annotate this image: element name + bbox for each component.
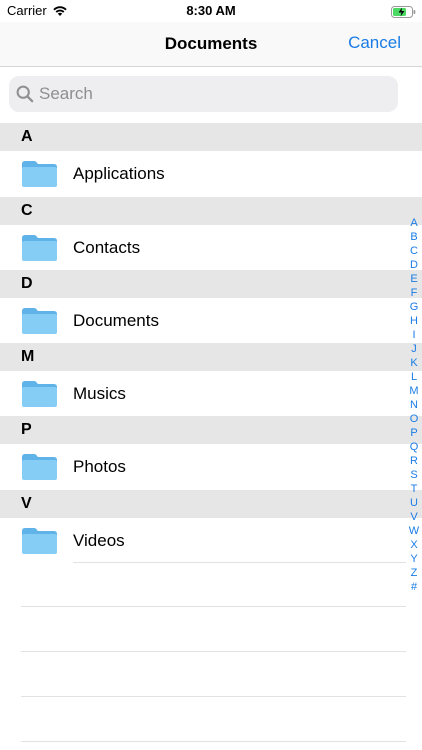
row-separator [21, 696, 406, 697]
list-item-applications[interactable]: Applications [0, 151, 422, 197]
index-letter-q[interactable]: Q [406, 440, 422, 454]
index-letter-w[interactable]: W [406, 524, 422, 538]
section-header: V [0, 490, 422, 518]
list-item-label: Photos [73, 457, 126, 476]
list-item-videos[interactable]: Videos [0, 518, 422, 564]
row-separator [21, 651, 406, 652]
navigation-bar: Documents Cancel [0, 22, 422, 67]
folder-icon [21, 307, 58, 340]
section-header: A [0, 123, 422, 151]
index-letter-k[interactable]: K [406, 356, 422, 370]
index-letter-r[interactable]: R [406, 454, 422, 468]
list-item-musics[interactable]: Musics [0, 371, 422, 417]
search-bar[interactable] [9, 76, 398, 112]
folder-icon [21, 234, 58, 267]
search-icon [16, 85, 34, 108]
folder-icon [21, 380, 58, 413]
index-letter-x[interactable]: X [406, 538, 422, 552]
folder-icon [21, 453, 58, 486]
index-letter-i[interactable]: I [406, 328, 422, 342]
index-letter-p[interactable]: P [406, 426, 422, 440]
row-separator [21, 741, 406, 742]
list-item-label: Documents [73, 311, 159, 330]
index-letter-h[interactable]: H [406, 314, 422, 328]
index-letter-u[interactable]: U [406, 496, 422, 510]
index-letter-l[interactable]: L [406, 370, 422, 384]
section-header: C [0, 197, 422, 225]
index-letter-hash[interactable]: # [406, 580, 422, 594]
status-time: 8:30 AM [186, 3, 236, 18]
index-letter-v[interactable]: V [406, 510, 422, 524]
folder-icon [21, 160, 58, 193]
index-letter-s[interactable]: S [406, 468, 422, 482]
list-item-contacts[interactable]: Contacts [0, 225, 422, 271]
list-item-label: Musics [73, 384, 126, 403]
folder-icon [21, 527, 58, 560]
index-letter-b[interactable]: B [406, 230, 422, 244]
section-index[interactable]: A B C D E F G H I J K L M N O P Q R S T … [406, 216, 422, 594]
index-letter-o[interactable]: O [406, 412, 422, 426]
section-header: P [0, 416, 422, 444]
list-item-label: Contacts [73, 238, 141, 257]
section-header: M [0, 343, 422, 371]
index-letter-j[interactable]: J [406, 342, 422, 356]
index-letter-t[interactable]: T [406, 482, 422, 496]
index-letter-d[interactable]: D [406, 258, 422, 272]
list-item-photos[interactable]: Photos [0, 444, 422, 490]
index-letter-z[interactable]: Z [406, 566, 422, 580]
section-d: D Documents [0, 270, 422, 344]
list-item-label: Videos [73, 531, 125, 550]
section-c: C Contacts [0, 197, 422, 271]
index-letter-y[interactable]: Y [406, 552, 422, 566]
status-bar: Carrier 8:30 AM [0, 0, 422, 22]
list-item-label: Applications [73, 164, 165, 183]
section-a: A Applications [0, 123, 422, 197]
section-header: D [0, 270, 422, 298]
index-letter-e[interactable]: E [406, 272, 422, 286]
list-item-documents[interactable]: Documents [0, 298, 422, 344]
section-v: V Videos [0, 490, 422, 564]
section-m: M Musics [0, 343, 422, 417]
section-p: P Photos [0, 416, 422, 490]
index-letter-a[interactable]: A [406, 216, 422, 230]
row-separator [21, 606, 406, 607]
cancel-button[interactable]: Cancel [348, 33, 401, 53]
battery-charging-icon [391, 5, 416, 23]
search-input[interactable] [39, 76, 379, 112]
index-letter-g[interactable]: G [406, 300, 422, 314]
row-separator [73, 562, 406, 563]
index-letter-f[interactable]: F [406, 286, 422, 300]
index-letter-m[interactable]: M [406, 384, 422, 398]
index-letter-n[interactable]: N [406, 398, 422, 412]
index-letter-c[interactable]: C [406, 244, 422, 258]
